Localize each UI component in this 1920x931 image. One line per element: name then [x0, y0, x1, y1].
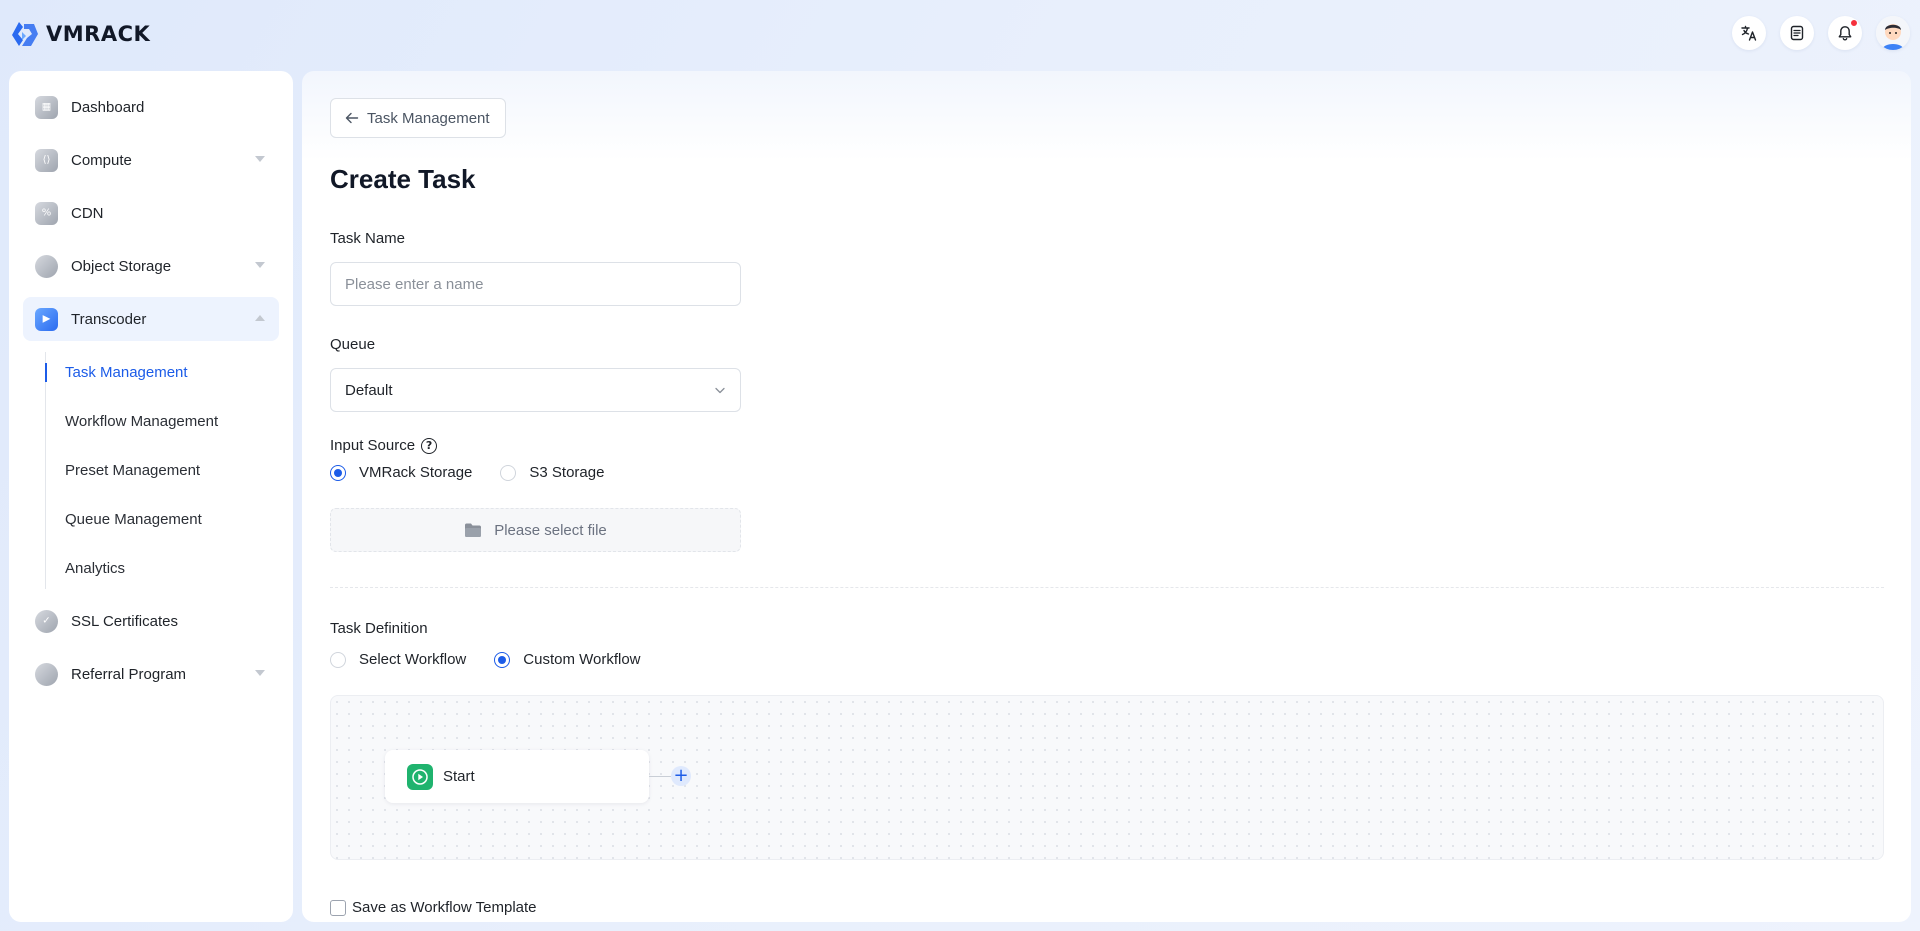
translate-icon	[1741, 25, 1757, 41]
sidebar-item-label: Compute	[71, 151, 132, 169]
sidebar-item-object-storage[interactable]: Object Storage	[23, 244, 279, 288]
workflow-canvas[interactable]: Start +	[330, 695, 1884, 860]
task-name-label: Task Name	[330, 230, 406, 247]
bell-icon	[1838, 26, 1852, 41]
task-definition-radio-group: Select Workflow Custom Workflow	[330, 651, 669, 668]
sidebar-item-label: Transcoder	[71, 310, 147, 328]
sidebar-item-ssl-certificates[interactable]: ✓ SSL Certificates	[23, 599, 279, 643]
sidebar-item-label: Referral Program	[71, 665, 187, 683]
task-definition-label: Task Definition	[330, 620, 428, 637]
radio-select-workflow[interactable]: Select Workflow	[330, 651, 466, 668]
transcoder-submenu: Task Management Workflow Management Pres…	[23, 348, 279, 593]
chevron-down-icon	[255, 262, 265, 268]
input-source-radio-group: VMRack Storage S3 Storage	[330, 464, 632, 481]
subnav-workflow-management[interactable]: Workflow Management	[45, 397, 279, 446]
save-as-template-checkbox[interactable]	[330, 899, 346, 916]
transcoder-icon: ▶	[35, 307, 58, 331]
page-title: Create Task	[330, 164, 476, 194]
top-bar: VMRACK	[0, 0, 1920, 70]
node-connector-line	[649, 776, 671, 777]
add-node-button[interactable]: +	[671, 766, 691, 786]
sidebar-item-referral-program[interactable]: Referral Program	[23, 652, 279, 696]
queue-select-value: Default	[345, 381, 393, 399]
dashboard-icon: ▦	[35, 95, 58, 119]
sidebar: ▦ Dashboard ⟨⟩ Compute % CDN Object Stor…	[9, 71, 293, 922]
save-as-template-label: Save as Workflow Template	[352, 899, 537, 916]
start-node-label: Start	[443, 768, 475, 785]
radio-vmrack-storage[interactable]: VMRack Storage	[330, 464, 472, 481]
compute-icon: ⟨⟩	[35, 148, 58, 172]
referral-icon	[35, 662, 58, 686]
queue-label: Queue	[330, 336, 376, 353]
sidebar-item-label: SSL Certificates	[71, 612, 178, 630]
language-button[interactable]	[1732, 16, 1766, 50]
user-avatar[interactable]	[1876, 16, 1910, 50]
play-icon	[407, 763, 433, 790]
chevron-up-icon	[255, 315, 265, 321]
subnav-analytics[interactable]: Analytics	[45, 544, 279, 593]
chevron-down-icon	[255, 670, 265, 676]
radio-button-checked[interactable]	[330, 464, 346, 481]
brand-logo[interactable]: VMRACK	[10, 20, 150, 48]
input-source-label: Input Source ?	[330, 437, 438, 454]
sidebar-item-label: CDN	[71, 204, 104, 222]
notifications-button[interactable]	[1828, 16, 1862, 50]
sidebar-item-dashboard[interactable]: ▦ Dashboard	[23, 85, 279, 129]
user-avatar-icon	[1876, 16, 1910, 50]
document-icon	[1790, 25, 1804, 41]
subnav-task-management[interactable]: Task Management	[45, 348, 279, 397]
section-divider	[330, 587, 1884, 588]
vmrack-logo-icon	[12, 22, 38, 46]
workflow-start-node[interactable]: Start	[385, 750, 649, 803]
chevron-down-icon	[715, 387, 725, 394]
select-file-label: Please select file	[494, 521, 607, 539]
subnav-queue-management[interactable]: Queue Management	[45, 495, 279, 544]
radio-button-checked[interactable]	[494, 651, 511, 668]
arrow-left-icon	[345, 112, 359, 124]
back-button[interactable]: Task Management	[330, 98, 506, 138]
ssl-certificate-icon: ✓	[35, 609, 58, 633]
chevron-down-icon	[255, 156, 265, 162]
sidebar-item-compute[interactable]: ⟨⟩ Compute	[23, 138, 279, 182]
help-icon[interactable]: ?	[421, 437, 438, 454]
main-content: Task Management Create Task Task Name Qu…	[302, 71, 1911, 922]
notification-badge	[1850, 19, 1858, 27]
sidebar-item-cdn[interactable]: % CDN	[23, 191, 279, 235]
object-storage-icon	[35, 254, 58, 278]
subnav-preset-management[interactable]: Preset Management	[45, 446, 279, 495]
back-button-label: Task Management	[367, 109, 490, 127]
save-as-template-option[interactable]: Save as Workflow Template	[330, 899, 537, 916]
radio-custom-workflow[interactable]: Custom Workflow	[494, 651, 641, 668]
brand-name: VMRACK	[46, 22, 151, 46]
task-name-input[interactable]	[330, 262, 741, 306]
sidebar-item-label: Dashboard	[71, 98, 145, 116]
cdn-icon: %	[35, 201, 58, 225]
radio-button[interactable]	[500, 464, 517, 481]
sidebar-item-transcoder[interactable]: ▶ Transcoder	[23, 297, 279, 341]
queue-select[interactable]: Default	[330, 368, 741, 412]
radio-s3-storage[interactable]: S3 Storage	[500, 464, 604, 481]
docs-button[interactable]	[1780, 16, 1814, 50]
folder-icon	[465, 523, 482, 537]
radio-button[interactable]	[330, 651, 346, 668]
sidebar-item-label: Object Storage	[71, 257, 172, 275]
select-file-button[interactable]: Please select file	[330, 508, 741, 552]
